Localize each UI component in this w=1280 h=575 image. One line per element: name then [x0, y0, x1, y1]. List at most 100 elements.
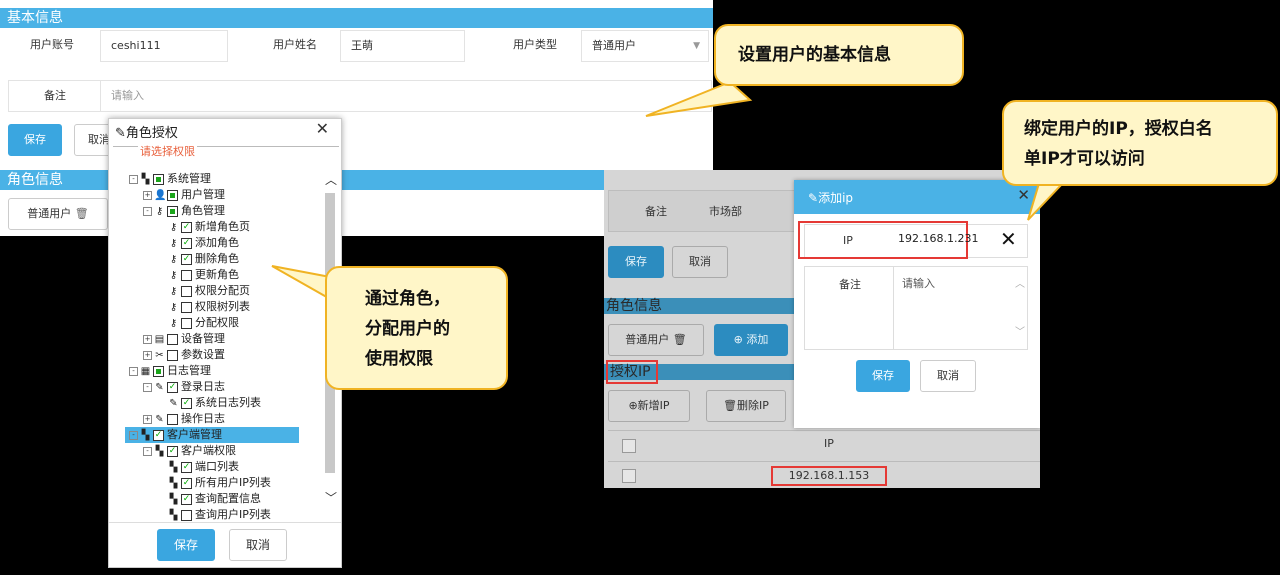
tree-node[interactable]: - ▚ ✓ 客户端管理 [125, 427, 299, 443]
tree-node[interactable]: ▚ ✓ 所有用户IP列表 [157, 475, 271, 491]
tree-node[interactable]: + ▤ 设备管理 [143, 331, 225, 347]
new-ip-button[interactable]: ⊕新增IP [608, 390, 690, 422]
scroll-up-icon[interactable]: ︿ [1015, 275, 1025, 290]
select-all-checkbox[interactable] [622, 439, 636, 453]
checkbox[interactable] [167, 349, 178, 361]
tree-node[interactable]: ⚷ ✓ 添加角色 [157, 235, 239, 251]
trash-icon[interactable]: 🗑 [75, 207, 89, 220]
close-icon[interactable]: ✕ [316, 119, 329, 138]
account-field[interactable]: ceshi111 [100, 30, 228, 62]
scroll-up-icon[interactable]: ︿ [325, 171, 337, 188]
collapse-icon[interactable]: - [143, 382, 152, 392]
expand-icon[interactable]: + [143, 350, 152, 360]
collapse-icon[interactable]: - [143, 206, 152, 216]
checkbox[interactable] [181, 317, 192, 329]
checkbox[interactable] [167, 189, 178, 201]
add-circle-icon: ⊕ [628, 399, 638, 412]
tree-node[interactable]: ⚷ ✓ 新增角色页 [157, 219, 250, 235]
checkbox[interactable]: ✓ [181, 461, 192, 473]
ip-table: IP 192.168.1.153 [608, 430, 1040, 489]
tree-node[interactable]: + 👤 用户管理 [143, 187, 225, 203]
type-select[interactable]: 普通用户 ▼ [581, 30, 709, 62]
trash-icon[interactable]: 🗑 [673, 333, 687, 346]
tree-node-label: 权限分配页 [195, 284, 250, 297]
checkbox[interactable]: ✓ [153, 429, 164, 441]
p2-add-label: 添加 [746, 333, 769, 346]
tree-node[interactable]: + ✂ 参数设置 [143, 347, 225, 363]
tree-node[interactable]: - ▚ ✓ 客户端权限 [143, 443, 236, 459]
checkbox[interactable]: ✓ [167, 381, 178, 393]
collapse-icon[interactable]: - [129, 174, 138, 184]
scroll-down-icon[interactable]: ﹀ [1015, 323, 1025, 338]
tree-node[interactable]: ✎ ✓ 系统日志列表 [157, 395, 261, 411]
tree-node[interactable]: ▚ ✓ 端口列表 [157, 459, 239, 475]
scroll-down-icon[interactable]: ﹀ [325, 489, 337, 506]
basic-save-button[interactable]: 保存 [8, 124, 62, 156]
row-checkbox[interactable] [622, 469, 636, 483]
ip-save-button[interactable]: 保存 [856, 360, 910, 392]
remark-label: 备注 [8, 80, 101, 112]
tree-node[interactable]: ⚷ 权限分配页 [157, 283, 250, 299]
expand-icon[interactable]: + [143, 334, 152, 344]
grid-icon: ▚ [169, 509, 178, 521]
role-cancel-button[interactable]: 取消 [229, 529, 287, 561]
checkbox[interactable] [167, 205, 178, 217]
checkbox[interactable]: ✓ [181, 221, 192, 233]
collapse-icon[interactable]: - [129, 430, 138, 440]
p2-cancel-button[interactable]: 取消 [672, 246, 728, 278]
name-field[interactable]: 王萌 [340, 30, 465, 62]
remark-row: 备注 请输入 ︿ ﹀ [804, 266, 1028, 350]
user-key-icon: ⚷ [169, 317, 178, 329]
grid-icon: ▚ [141, 429, 150, 441]
chevron-down-icon: ▼ [693, 41, 700, 51]
role-save-button[interactable]: 保存 [157, 529, 215, 561]
tree-node[interactable]: - ▚ 系统管理 [129, 171, 211, 187]
remark-input[interactable]: 请输入 [100, 80, 712, 112]
tree-node[interactable]: ⚷ 分配权限 [157, 315, 239, 331]
tree-node[interactable]: ⚷ 权限树列表 [157, 299, 250, 315]
collapse-icon[interactable]: - [129, 366, 138, 376]
checkbox[interactable] [167, 333, 178, 345]
checkbox[interactable] [181, 285, 192, 297]
checkbox[interactable]: ✓ [181, 237, 192, 249]
permission-tree[interactable]: - ▚ 系统管理 + 👤 用户管理 - ⚷ 角色管理 ⚷ ✓ 新增角色页 ⚷ ✓ 添加角色 ⚷ ✓ 删除角色 ⚷ 更新… [117, 157, 323, 522]
tree-node[interactable]: - ⚷ 角色管理 [143, 203, 225, 219]
tree-node[interactable]: ▚ 查询用户IP列表 [157, 507, 271, 522]
tree-node[interactable]: - ▦ 日志管理 [129, 363, 211, 379]
p2-save-button[interactable]: 保存 [608, 246, 664, 278]
tree-node-label: 删除角色 [195, 252, 239, 265]
checkbox[interactable] [181, 509, 192, 521]
callout-role-line1: 通过角色， [365, 289, 450, 309]
tree-node[interactable]: - ✎ ✓ 登录日志 [143, 379, 225, 395]
role-tag[interactable]: 普通用户 🗑 [8, 198, 108, 230]
delete-ip-button[interactable]: 🗑删除IP [706, 390, 786, 422]
expand-icon[interactable]: + [143, 190, 152, 200]
checkbox[interactable] [181, 301, 192, 313]
checkbox[interactable] [167, 413, 178, 425]
checkbox[interactable]: ✓ [181, 253, 192, 265]
clear-icon[interactable]: ✕ [1000, 227, 1017, 251]
callout-ip-line2: 单IP才可以访问 [1024, 149, 1145, 169]
p2-role-tag[interactable]: 普通用户 🗑 [608, 324, 704, 356]
p2-remark-label: 备注 [645, 205, 667, 218]
checkbox[interactable] [153, 365, 164, 377]
ip-remark-textarea[interactable]: 请输入 ︿ ﹀ [893, 267, 1027, 349]
tree-node[interactable]: + ✎ 操作日志 [143, 411, 225, 427]
p2-add-role-button[interactable]: ⊕ 添加 [714, 324, 788, 356]
ip-input[interactable]: 192.168.1.231 [898, 232, 978, 245]
checkbox[interactable] [153, 173, 164, 185]
expand-icon[interactable]: + [143, 414, 152, 424]
checkbox[interactable]: ✓ [181, 493, 192, 505]
user-key-icon: ⚷ [169, 301, 178, 313]
checkbox[interactable]: ✓ [167, 445, 178, 457]
checkbox[interactable]: ✓ [181, 477, 192, 489]
collapse-icon[interactable]: - [143, 446, 152, 456]
checkbox[interactable] [181, 269, 192, 281]
tree-node[interactable]: ▚ ✓ 查询配置信息 [157, 491, 261, 507]
ip-cancel-button[interactable]: 取消 [920, 360, 976, 392]
tree-node[interactable]: ⚷ 更新角色 [157, 267, 239, 283]
tree-node[interactable]: ⚷ ✓ 删除角色 [157, 251, 239, 267]
checkbox[interactable]: ✓ [181, 397, 192, 409]
callout-ip-line1: 绑定用户的IP，授权白名 [1024, 119, 1213, 139]
add-ip-modal: ✎添加ip ✕ IP ✕ 192.168.1.231 备注 请输入 ︿ ﹀ 保存… [794, 180, 1040, 428]
